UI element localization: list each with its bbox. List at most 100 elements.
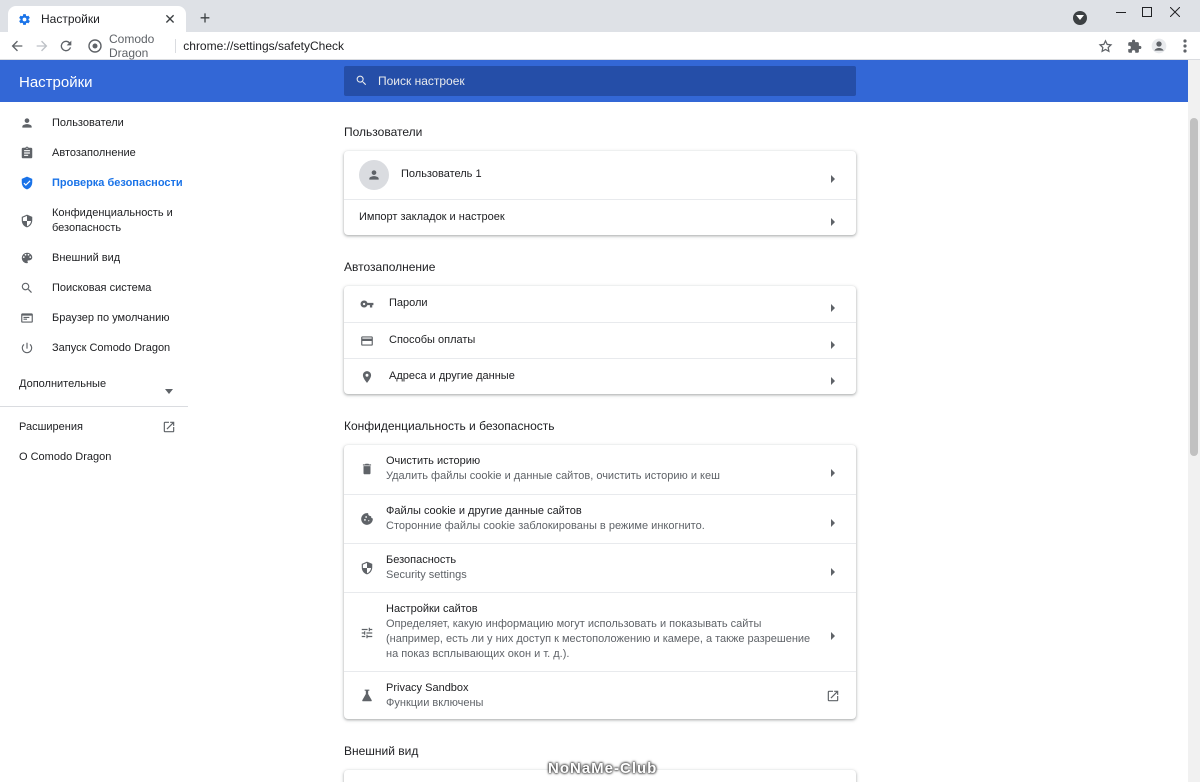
sidebar-item-label: Браузер по умолчанию (52, 311, 170, 324)
card-privacy: Очистить историю Удалить файлы cookie и … (344, 445, 856, 719)
chevron-right-icon (830, 171, 836, 183)
flask-icon (359, 688, 375, 704)
addresses-label: Адреса и другие данные (389, 370, 515, 382)
sidebar-item-label: Пользователи (52, 116, 124, 129)
open-external-icon[interactable] (162, 420, 176, 434)
avatar (359, 160, 389, 190)
sidebar-item-about[interactable]: О Comodo Dragon (19, 451, 111, 463)
sidebar-item-label: Внешний вид (52, 251, 121, 264)
security-title: Безопасность (386, 554, 457, 566)
clear-history-title: Очистить историю (386, 455, 481, 467)
page-scrollbar[interactable] (1188, 60, 1200, 782)
chevron-right-icon (830, 564, 836, 576)
chevron-right-icon (830, 628, 836, 640)
sidebar-item-privacy[interactable]: Конфиденциальность и безопасность (0, 205, 190, 237)
section-title-people: Пользователи (344, 125, 423, 139)
power-icon (19, 340, 35, 356)
sidebar-item-autofill[interactable]: Автозаполнение (0, 145, 190, 161)
site-settings-subtitle: Определяет, какую информацию могут испол… (386, 618, 811, 660)
back-button[interactable] (8, 37, 26, 55)
clipboard-icon (19, 145, 35, 161)
sidebar-item-people[interactable]: Пользователи (0, 115, 190, 131)
site-settings-row[interactable]: Настройки сайтов Определяет, какую инфор… (344, 592, 856, 671)
title-bar: Настройки ✕ + (0, 0, 1200, 32)
privacy-sandbox-row[interactable]: Privacy Sandbox Функции включены (344, 671, 856, 719)
url-text[interactable]: chrome://settings/safetyCheck (183, 39, 344, 53)
sidebar: Пользователи Автозаполнение Проверка без… (0, 102, 190, 782)
menu-dots-icon[interactable] (1176, 37, 1194, 55)
site-info-icon[interactable] (88, 39, 102, 53)
chevron-right-icon (830, 465, 836, 477)
palette-icon (19, 250, 35, 266)
extensions-puzzle-icon[interactable] (1125, 37, 1143, 55)
sidebar-item-label: Проверка безопасности (52, 176, 183, 189)
cookies-row[interactable]: Файлы cookie и другие данные сайтов Стор… (344, 494, 856, 543)
sidebar-item-startup[interactable]: Запуск Comodo Dragon (0, 340, 190, 356)
sidebar-item-default-browser[interactable]: Браузер по умолчанию (0, 310, 190, 326)
site-name: Comodo Dragon (109, 32, 155, 60)
payments-label: Способы оплаты (389, 334, 476, 346)
privacy-sandbox-title: Privacy Sandbox (386, 682, 469, 694)
chevron-right-icon (830, 300, 836, 312)
key-icon (359, 296, 375, 312)
security-row[interactable]: Безопасность Security settings (344, 543, 856, 592)
open-external-icon[interactable] (826, 689, 840, 703)
chevron-right-icon (830, 337, 836, 349)
trash-icon (359, 461, 375, 477)
settings-header: Настройки Поиск настроек (0, 60, 1188, 102)
address-bar[interactable]: Comodo Dragon chrome://settings/safetyCh… (84, 32, 344, 60)
passwords-label: Пароли (389, 297, 428, 309)
cookie-icon (359, 511, 375, 527)
payments-row[interactable]: Способы оплаты (344, 322, 856, 358)
watermark-text: NoNaMe-Club (548, 760, 658, 777)
cookies-title: Файлы cookie и другие данные сайтов (386, 505, 582, 517)
advanced-toggle[interactable]: Дополнительные (19, 378, 106, 390)
sidebar-item-label: Запуск Comodo Dragon (52, 341, 171, 354)
close-window-button[interactable] (1152, 0, 1198, 24)
section-title-appearance: Внешний вид (344, 744, 419, 758)
privacy-sandbox-subtitle: Функции включены (386, 697, 484, 709)
bookmark-star-icon[interactable] (1096, 37, 1114, 55)
person-icon (19, 115, 35, 131)
passwords-row[interactable]: Пароли (344, 286, 856, 322)
toolbar: Comodo Dragon chrome://settings/safetyCh… (0, 32, 1200, 60)
forward-button[interactable] (33, 37, 51, 55)
search-placeholder: Поиск настроек (378, 74, 465, 88)
sidebar-item-label: Поисковая система (52, 281, 152, 294)
sidebar-item-appearance[interactable]: Внешний вид (0, 250, 190, 266)
sidebar-item-safety-check[interactable]: Проверка безопасности (0, 175, 190, 191)
chevron-down-icon[interactable] (165, 382, 173, 394)
tab-title: Настройки (41, 12, 100, 26)
location-pin-icon (359, 369, 375, 385)
import-row[interactable]: Импорт закладок и настроек (344, 199, 856, 235)
user-name: Пользователь 1 (401, 168, 482, 180)
site-settings-title: Настройки сайтов (386, 603, 478, 615)
sidebar-item-search-engine[interactable]: Поисковая система (0, 280, 190, 296)
chevron-right-icon (830, 515, 836, 527)
profile-avatar-icon[interactable] (1150, 37, 1168, 55)
close-tab-icon[interactable]: ✕ (162, 11, 178, 27)
tab-settings[interactable]: Настройки ✕ (8, 6, 186, 32)
cookies-subtitle: Сторонние файлы cookie заблокированы в р… (386, 520, 705, 532)
addresses-row[interactable]: Адреса и другие данные (344, 358, 856, 394)
sidebar-item-label: Конфиденциальность и безопасность (52, 207, 173, 234)
clear-history-subtitle: Удалить файлы cookie и данные сайтов, оч… (386, 470, 720, 482)
user-row[interactable]: Пользователь 1 (344, 151, 856, 199)
card-people: Пользователь 1 Импорт закладок и настрое… (344, 151, 856, 235)
gear-icon (16, 11, 32, 27)
new-tab-button[interactable]: + (196, 9, 214, 27)
search-input[interactable]: Поиск настроек (344, 66, 856, 96)
tune-sliders-icon (359, 625, 375, 641)
clear-history-row[interactable]: Очистить историю Удалить файлы cookie и … (344, 445, 856, 494)
shield-check-icon (19, 175, 35, 191)
chevron-right-icon (830, 214, 836, 226)
sidebar-item-extensions[interactable]: Расширения (19, 421, 83, 433)
section-title-autofill: Автозаполнение (344, 260, 436, 274)
scrollbar-thumb[interactable] (1190, 118, 1198, 456)
tab-search-icon[interactable] (1073, 11, 1087, 25)
chevron-right-icon (830, 373, 836, 385)
shield-icon (359, 560, 375, 576)
reload-button[interactable] (57, 37, 75, 55)
search-icon (355, 74, 369, 88)
credit-card-icon (359, 333, 375, 349)
